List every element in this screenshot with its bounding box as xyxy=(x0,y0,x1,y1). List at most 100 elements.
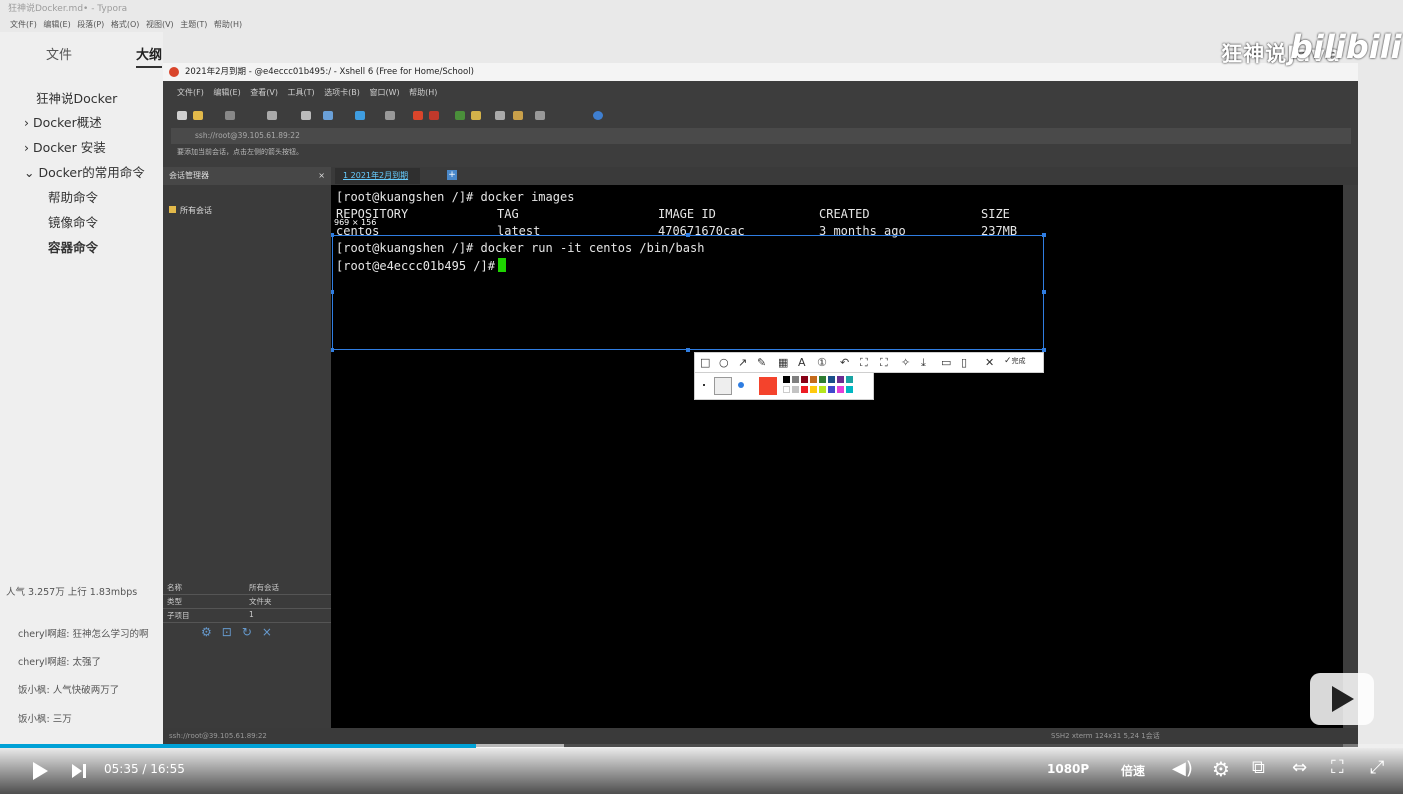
download-icon[interactable]: ⤓ xyxy=(921,356,926,370)
typora-menu-file[interactable]: 文件(F) xyxy=(10,20,37,29)
volume-icon[interactable]: ◀) xyxy=(1172,758,1193,779)
help-icon[interactable] xyxy=(593,111,603,120)
typora-menu-format[interactable]: 格式(O) xyxy=(111,20,140,29)
xftp-icon[interactable] xyxy=(413,111,423,120)
search-icon[interactable] xyxy=(301,111,311,120)
terminal[interactable]: [root@kuangshen /]# docker images REPOSI… xyxy=(331,185,1343,747)
brush-medium[interactable] xyxy=(714,377,732,395)
new-session-icon[interactable] xyxy=(177,111,187,120)
arrow-icon[interactable]: ↗ xyxy=(738,356,747,369)
resize-handle[interactable] xyxy=(331,290,334,294)
tab-layout-icon[interactable] xyxy=(535,111,545,120)
outline-item-containers[interactable]: 容器命令 xyxy=(48,237,98,256)
color-swatch[interactable] xyxy=(846,376,853,383)
lock-icon[interactable] xyxy=(471,111,481,120)
current-color-swatch[interactable] xyxy=(759,377,777,395)
xshell-menu-tools[interactable]: 工具(T) xyxy=(288,88,315,97)
xshell-menu-edit[interactable]: 编辑(E) xyxy=(213,88,240,97)
tab-outline[interactable]: 大纲 xyxy=(136,44,163,68)
number-icon[interactable]: ① xyxy=(817,356,827,369)
outline-item-images[interactable]: 镜像命令 xyxy=(48,212,98,231)
rectangle-icon[interactable]: □ xyxy=(700,356,710,369)
tab-session[interactable]: 1 2021年2月到期 xyxy=(335,168,421,184)
pin-icon[interactable]: ✧ xyxy=(901,356,910,369)
settings-icon[interactable]: ⚙ xyxy=(1212,757,1230,781)
tab-files[interactable]: 文件 xyxy=(46,44,72,63)
xshell-menu-window[interactable]: 窗口(W) xyxy=(369,88,399,97)
picture-in-picture-icon[interactable]: ⧉ xyxy=(1252,757,1265,778)
mini-player-button[interactable] xyxy=(1310,673,1374,725)
resize-handle[interactable] xyxy=(1042,290,1046,294)
save-icon[interactable]: ▭ xyxy=(941,356,951,369)
fullscreen-icon[interactable]: ⤢ xyxy=(1370,757,1384,778)
speed-button[interactable]: 倍速 xyxy=(1121,762,1145,779)
xshell-menu-tabs[interactable]: 选项卡(B) xyxy=(324,88,360,97)
color-swatch[interactable] xyxy=(792,376,799,383)
pen-icon[interactable]: ✎ xyxy=(757,356,766,369)
xshell-menu-file[interactable]: 文件(F) xyxy=(177,88,204,97)
outline-item-root[interactable]: 狂神说Docker xyxy=(36,88,117,107)
bookmark-icon[interactable]: ▯ xyxy=(961,356,967,369)
color-swatch[interactable] xyxy=(792,386,799,393)
text-icon[interactable]: A xyxy=(798,356,806,369)
quality-button[interactable]: 1080P xyxy=(1047,762,1089,776)
globe-icon[interactable] xyxy=(355,111,365,120)
resize-handle[interactable] xyxy=(686,348,690,352)
typora-menu-help[interactable]: 帮助(H) xyxy=(214,20,242,29)
xshell-address-bar[interactable]: ssh://root@39.105.61.89:22 xyxy=(171,128,1351,144)
typora-menu-edit[interactable]: 编辑(E) xyxy=(43,20,70,29)
color-swatch[interactable] xyxy=(810,386,817,393)
next-icon[interactable] xyxy=(72,764,82,778)
color-swatch[interactable] xyxy=(801,376,808,383)
ocr-icon[interactable]: ⛶ xyxy=(860,356,868,370)
session-tree-item[interactable]: 所有会话 xyxy=(169,205,212,216)
color-swatch[interactable] xyxy=(828,386,835,393)
typora-menu-view[interactable]: 视图(V) xyxy=(146,20,174,29)
color-swatch[interactable] xyxy=(837,386,844,393)
ellipse-icon[interactable]: ○ xyxy=(719,356,729,369)
resize-handle[interactable] xyxy=(331,348,334,352)
close-icon[interactable]: ✕ xyxy=(985,356,994,369)
typora-menu-theme[interactable]: 主题(T) xyxy=(180,20,207,29)
color-swatch[interactable] xyxy=(819,386,826,393)
mosaic-icon[interactable]: ▦ xyxy=(778,356,788,369)
resize-handle[interactable] xyxy=(331,233,334,237)
color-swatch[interactable] xyxy=(783,386,790,393)
outline-item-help[interactable]: 帮助命令 xyxy=(48,187,98,206)
keyboard-icon[interactable] xyxy=(495,111,505,120)
outline-item-overview[interactable]: › Docker概述 xyxy=(24,112,102,131)
close-icon[interactable]: × xyxy=(318,167,325,185)
open-folder-icon[interactable] xyxy=(193,111,203,120)
resize-icon[interactable] xyxy=(455,111,465,120)
color-swatch[interactable] xyxy=(783,376,790,383)
reconnect-icon[interactable] xyxy=(225,111,235,120)
resize-handle[interactable] xyxy=(686,233,690,237)
record-icon[interactable] xyxy=(429,111,439,120)
web-fullscreen-icon[interactable]: ⛶ xyxy=(1331,757,1344,778)
properties-icon[interactable] xyxy=(267,111,277,120)
add-tab-icon[interactable]: + xyxy=(447,170,457,180)
translate-icon[interactable]: ⛶ xyxy=(880,356,888,370)
font-icon[interactable] xyxy=(385,111,395,120)
color-swatch[interactable] xyxy=(819,376,826,383)
widescreen-icon[interactable]: ⇔ xyxy=(1292,757,1307,778)
undo-icon[interactable]: ↶ xyxy=(840,356,849,369)
transfer-icon[interactable] xyxy=(323,111,333,120)
color-swatch[interactable] xyxy=(801,386,808,393)
outline-item-install[interactable]: › Docker 安装 xyxy=(24,137,106,156)
brush-small[interactable] xyxy=(703,384,705,386)
brush-large[interactable] xyxy=(738,382,744,388)
typora-menu-paragraph[interactable]: 段落(P) xyxy=(77,20,104,29)
color-swatch[interactable] xyxy=(810,376,817,383)
script-icon[interactable] xyxy=(513,111,523,120)
xshell-menu-help[interactable]: 帮助(H) xyxy=(409,88,437,97)
resize-handle[interactable] xyxy=(1042,233,1046,237)
play-button[interactable] xyxy=(33,762,48,780)
screenshot-selection[interactable] xyxy=(331,233,1046,352)
done-button[interactable]: ✓完成 xyxy=(1004,356,1026,366)
color-swatch[interactable] xyxy=(837,376,844,383)
color-swatch[interactable] xyxy=(846,386,853,393)
color-swatch[interactable] xyxy=(828,376,835,383)
xshell-menu-view[interactable]: 查看(V) xyxy=(250,88,278,97)
outline-item-commands[interactable]: ⌄ Docker的常用命令 xyxy=(24,162,145,181)
